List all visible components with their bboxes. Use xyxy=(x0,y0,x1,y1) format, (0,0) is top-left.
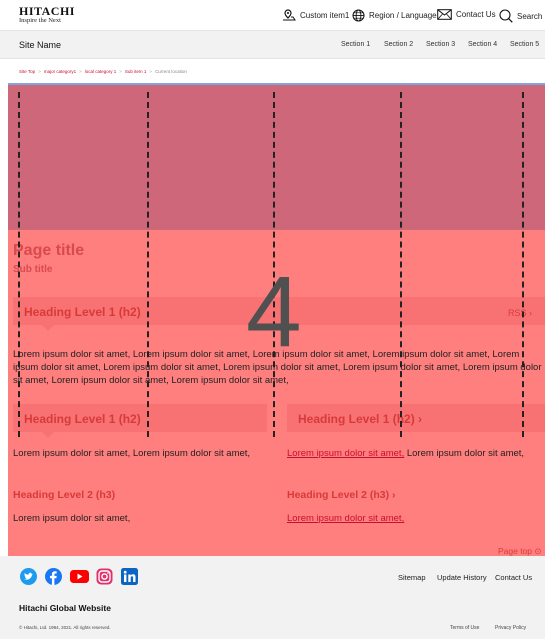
nav-section-1[interactable]: Section 1 xyxy=(341,41,370,48)
custom-item-link[interactable]: Custom item1 xyxy=(282,9,349,21)
globe-icon xyxy=(352,9,365,22)
rss-link[interactable]: RSS › xyxy=(508,308,532,318)
grid-guide-line xyxy=(147,92,149,437)
youtube-icon[interactable] xyxy=(70,570,89,583)
hero-area xyxy=(8,85,545,230)
contact-us-link[interactable]: Contact Us xyxy=(437,9,496,20)
breadcrumb-separator: > xyxy=(79,69,82,74)
heading-h2-right-link[interactable]: Heading Level 1 (h2) › xyxy=(298,412,422,426)
page-top-label: Page top xyxy=(498,546,533,556)
breadcrumb: Site Top > major category1 > local category … xyxy=(19,69,187,74)
linkedin-icon[interactable] xyxy=(121,568,138,585)
arrow-up-circle-icon: ⊙ xyxy=(534,546,542,556)
heading-h2-left: Heading Level 1 (h2) xyxy=(24,412,141,426)
map-pin-icon xyxy=(283,9,296,21)
logo-tagline: Inspire the Next xyxy=(19,17,61,24)
footer-contact-us-link[interactable]: Contact Us xyxy=(495,573,532,582)
grid-guide-line xyxy=(18,92,20,437)
privacy-policy-link[interactable]: Privacy Policy xyxy=(495,625,526,631)
footer-sitemap-link[interactable]: Sitemap xyxy=(398,573,426,582)
heading-h3-left: Heading Level 2 (h3) xyxy=(13,489,116,501)
heading-h3-right: Heading Level 2 (h3) xyxy=(287,489,390,501)
copyright: © Hitachi, Ltd. 1994, 2021. All rights r… xyxy=(19,625,111,630)
breadcrumb-sub-item[interactable]: Sub item 1 xyxy=(125,69,147,74)
breadcrumb-separator: > xyxy=(38,69,41,74)
breadcrumb-separator: > xyxy=(149,69,153,74)
instagram-icon[interactable] xyxy=(96,568,113,585)
chevron-right-icon: › xyxy=(529,308,533,318)
twitter-icon[interactable] xyxy=(20,568,37,585)
right-column-text-rest: Lorem ipsum dolor sit amet, xyxy=(404,448,525,459)
right-column-link[interactable]: Lorem ipsum dolor sit amet, xyxy=(287,448,404,459)
chevron-right-icon: › xyxy=(418,412,423,426)
nav-section-5[interactable]: Section 5 xyxy=(510,41,539,48)
logo-brand: HITACHI xyxy=(19,4,75,18)
site-navigation-bar: Site Name Section 1 Section 2 Section 3 … xyxy=(0,30,545,59)
heading-notch-left xyxy=(42,432,54,438)
heading-h2-full: Heading Level 1 (h2) xyxy=(24,305,141,319)
nav-section-3[interactable]: Section 3 xyxy=(426,41,455,48)
right-column-link-2-wrap: Lorem ipsum dolor sit amet, xyxy=(287,513,542,526)
breadcrumb-site-top[interactable]: Site Top xyxy=(19,69,35,74)
hitachi-logo[interactable]: HITACHI Inspire the Next xyxy=(19,5,75,25)
global-header: HITACHI Inspire the Next Custom item1 Re… xyxy=(0,0,545,30)
footer-update-history-link[interactable]: Update History xyxy=(437,573,487,582)
column-count-number: 4 xyxy=(246,256,302,368)
breadcrumb-current: Current location xyxy=(155,69,187,74)
envelope-icon xyxy=(437,9,452,20)
breadcrumb-major-category[interactable]: major category1 xyxy=(44,69,76,74)
nav-section-2[interactable]: Section 2 xyxy=(384,41,413,48)
facebook-icon[interactable] xyxy=(45,568,62,585)
search-label: Search xyxy=(517,11,543,21)
footer-site-name[interactable]: Hitachi Global Website xyxy=(19,603,111,613)
heading-h2-right: Heading Level 1 (h2) xyxy=(298,412,415,426)
contact-us-label: Contact Us xyxy=(456,10,496,19)
search-button[interactable]: Search xyxy=(499,9,542,23)
region-language-link[interactable]: Region / Language xyxy=(352,9,437,22)
heading-h3-right-link[interactable]: Heading Level 2 (h3) › xyxy=(287,489,396,501)
site-name[interactable]: Site Name xyxy=(19,40,61,50)
search-icon xyxy=(499,9,513,23)
region-language-label: Region / Language xyxy=(369,11,437,20)
custom-item-label: Custom item1 xyxy=(300,10,350,20)
grid-guide-line xyxy=(400,92,402,437)
grid-guide-line xyxy=(522,92,524,437)
terms-of-use-link[interactable]: Terms of Use xyxy=(450,625,479,631)
page-title: Page title xyxy=(13,242,85,259)
breadcrumb-local-category[interactable]: local category 1 xyxy=(85,69,117,74)
right-column-text: Lorem ipsum dolor sit amet, Lorem ipsum … xyxy=(287,448,542,461)
chevron-right-icon: › xyxy=(392,489,396,501)
right-column-link-2[interactable]: Lorem ipsum dolor sit amet, xyxy=(287,513,404,524)
nav-section-4[interactable]: Section 4 xyxy=(468,41,497,48)
left-column-text: Lorem ipsum dolor sit amet, Lorem ipsum … xyxy=(13,448,251,459)
left-column-text-2: Lorem ipsum dolor sit amet, xyxy=(13,513,131,524)
heading-notch xyxy=(42,325,54,331)
breadcrumb-separator: > xyxy=(119,69,122,74)
